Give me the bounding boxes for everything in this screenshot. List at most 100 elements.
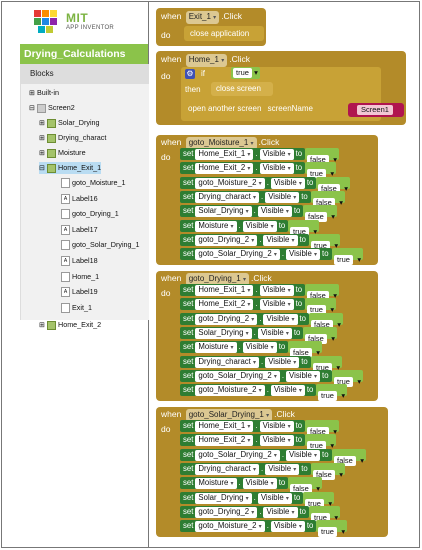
property-dropdown[interactable]: Visible ▾ xyxy=(265,463,300,475)
set-visible-block[interactable]: set goto_Solar_Drying_2 ▾. Visible ▾ to xyxy=(180,248,332,261)
tree-item-child[interactable]: Home_1 xyxy=(61,271,99,283)
collapse-icon[interactable]: ⊟ xyxy=(39,162,45,174)
tree-item-component[interactable]: ⊞ Drying_charact xyxy=(39,132,106,144)
property-dropdown[interactable]: Visible ▾ xyxy=(242,342,277,354)
component-dropdown[interactable]: goto_Solar_Drying_2 ▾ xyxy=(195,449,280,461)
expand-icon[interactable]: ⊞ xyxy=(39,117,45,129)
boolean-block[interactable]: true ▾ xyxy=(332,248,364,266)
component-dropdown[interactable]: Solar_Drying ▾ xyxy=(195,327,252,339)
expand-icon[interactable]: ⊞ xyxy=(39,319,45,331)
component-dropdown[interactable]: Solar_Drying ▾ xyxy=(195,492,252,504)
expand-icon[interactable]: ⊞ xyxy=(39,147,45,159)
set-visible-block[interactable]: set Moisture ▾. Visible ▾ to xyxy=(180,341,289,354)
component-dropdown[interactable]: Solar_Drying ▾ xyxy=(195,206,252,218)
expand-icon[interactable]: ⊞ xyxy=(39,132,45,144)
true-boolean-block[interactable]: true ▾ xyxy=(231,67,260,79)
string-block[interactable]: Screen1 xyxy=(348,103,404,117)
gear-icon[interactable]: ⚙ xyxy=(185,69,195,79)
tree-item-child[interactable]: goto_Drying_1 xyxy=(61,208,119,220)
boolean-block[interactable]: false ▾ xyxy=(309,312,344,330)
set-visible-block[interactable]: set Home_Exit_2 ▾. Visible ▾ to xyxy=(180,434,306,447)
component-dropdown[interactable]: Drying_charact ▾ xyxy=(195,356,260,368)
blocks-workspace[interactable]: when Exit_1 ▾ .Click do close application… xyxy=(150,2,418,547)
boolean-block[interactable]: false ▾ xyxy=(305,420,340,437)
tree-item-component[interactable]: ⊞ Moisture xyxy=(39,147,86,159)
set-visible-block[interactable]: set Home_Exit_1 ▾. Visible ▾ to xyxy=(180,148,306,160)
set-visible-block[interactable]: set goto_Drying_2 ▾. Visible ▾ to xyxy=(180,505,310,518)
component-dropdown[interactable]: Home_Exit_1 ▾ xyxy=(195,285,254,296)
property-dropdown[interactable]: Visible ▾ xyxy=(257,492,292,504)
property-dropdown[interactable]: Visible ▾ xyxy=(259,163,294,175)
property-dropdown[interactable]: Visible ▾ xyxy=(286,449,321,461)
component-dropdown[interactable]: Drying_charact ▾ xyxy=(195,463,260,475)
tree-item-child[interactable]: A Label16 xyxy=(61,193,98,205)
component-dropdown[interactable]: Moisture ▾ xyxy=(195,342,237,354)
component-dropdown[interactable]: goto_Moisture_2 ▾ xyxy=(195,177,265,189)
tree-item-child[interactable]: A Label18 xyxy=(61,255,98,267)
property-dropdown[interactable]: Visible ▾ xyxy=(242,478,277,490)
set-visible-block[interactable]: set Drying_charact ▾. Visible ▾ to xyxy=(180,462,311,475)
set-visible-block[interactable]: set Solar_Drying ▾. Visible ▾ to xyxy=(180,326,304,339)
goto-drying-click-event-block[interactable]: when goto_Drying_1 ▾ .Click do set Home_Ex… xyxy=(156,271,378,402)
property-dropdown[interactable]: Visible ▾ xyxy=(263,506,298,518)
component-dropdown[interactable]: Home_Exit_2 ▾ xyxy=(195,163,254,175)
tree-item-component[interactable]: ⊞ Solar_Drying xyxy=(39,117,100,129)
boolean-block[interactable]: true ▾ xyxy=(316,384,348,402)
component-dropdown[interactable]: goto_Moisture_2 ▾ xyxy=(195,385,265,397)
set-visible-block[interactable]: set goto_Solar_Drying_2 ▾. Visible ▾ to xyxy=(180,448,332,461)
exit-click-event-block[interactable]: when Exit_1 ▾ .Click do close application xyxy=(156,8,266,46)
property-dropdown[interactable]: Visible ▾ xyxy=(259,435,294,447)
property-dropdown[interactable]: Visible ▾ xyxy=(242,220,277,232)
component-dropdown[interactable]: goto_Solar_Drying_2 ▾ xyxy=(195,370,280,382)
tree-item-child[interactable]: Exit_1 xyxy=(61,302,92,314)
boolean-block[interactable]: false ▾ xyxy=(288,477,323,495)
component-dropdown[interactable]: Home_Exit_2 ▾ xyxy=(195,435,254,447)
property-dropdown[interactable]: Visible ▾ xyxy=(265,356,300,368)
boolean-block[interactable]: false ▾ xyxy=(305,148,340,165)
boolean-block[interactable]: true ▾ xyxy=(303,491,335,509)
property-dropdown[interactable]: Visible ▾ xyxy=(259,285,294,296)
boolean-block[interactable]: true ▾ xyxy=(309,505,341,523)
component-dropdown[interactable]: Moisture ▾ xyxy=(195,478,237,490)
boolean-block[interactable]: true ▾ xyxy=(288,219,320,237)
boolean-block[interactable]: true ▾ xyxy=(305,162,337,180)
set-visible-block[interactable]: set goto_Moisture_2 ▾. Visible ▾ to xyxy=(180,520,317,533)
open-another-screen-block[interactable]: open another screen screenName xyxy=(185,101,371,117)
property-dropdown[interactable]: Visible ▾ xyxy=(259,299,294,311)
property-dropdown[interactable]: Visible ▾ xyxy=(270,385,305,397)
boolean-block[interactable]: false ▾ xyxy=(316,176,351,194)
boolean-block[interactable]: false ▾ xyxy=(288,341,323,359)
property-dropdown[interactable]: Visible ▾ xyxy=(263,313,298,325)
property-dropdown[interactable]: Visible ▾ xyxy=(263,234,298,246)
boolean-block[interactable]: false ▾ xyxy=(311,190,346,208)
boolean-block[interactable]: true ▾ xyxy=(332,369,364,387)
tree-item-component[interactable]: ⊟ Home_Exit_1 xyxy=(39,162,102,174)
boolean-block[interactable]: false ▾ xyxy=(332,448,367,466)
set-visible-block[interactable]: set Home_Exit_1 ▾. Visible ▾ to xyxy=(180,420,306,432)
component-dropdown[interactable]: Moisture ▾ xyxy=(195,220,237,232)
set-visible-block[interactable]: set Home_Exit_2 ▾. Visible ▾ to xyxy=(180,298,306,311)
set-visible-block[interactable]: set Moisture ▾. Visible ▾ to xyxy=(180,477,289,490)
component-dropdown[interactable]: Home_Exit_1 ▾ xyxy=(195,149,254,160)
boolean-block[interactable]: false ▾ xyxy=(311,462,346,480)
boolean-block[interactable]: false ▾ xyxy=(305,284,340,301)
property-dropdown[interactable]: Visible ▾ xyxy=(265,191,300,203)
goto-moisture-click-event-block[interactable]: when goto_Moisture_1 ▾ .Click do set Home_… xyxy=(156,135,378,266)
component-dropdown[interactable]: goto_Drying_2 ▾ xyxy=(195,506,258,518)
collapse-icon[interactable]: ⊟ xyxy=(29,102,35,114)
property-dropdown[interactable]: Visible ▾ xyxy=(270,177,305,189)
boolean-block[interactable]: false ▾ xyxy=(303,205,338,223)
component-dropdown[interactable]: goto_Moisture_2 ▾ xyxy=(195,521,265,533)
component-dropdown[interactable]: goto_Drying_2 ▾ xyxy=(195,313,258,325)
set-visible-block[interactable]: set goto_Drying_2 ▾. Visible ▾ to xyxy=(180,233,310,246)
property-dropdown[interactable]: Visible ▾ xyxy=(257,206,292,218)
set-visible-block[interactable]: set Home_Exit_1 ▾. Visible ▾ to xyxy=(180,284,306,296)
tree-item-child[interactable]: goto_Solar_Drying_1 xyxy=(61,239,140,251)
property-dropdown[interactable]: Visible ▾ xyxy=(257,327,292,339)
set-visible-block[interactable]: set Drying_charact ▾. Visible ▾ to xyxy=(180,355,311,368)
set-visible-block[interactable]: set Home_Exit_2 ▾. Visible ▾ to xyxy=(180,162,306,175)
home-click-event-block[interactable]: when Home_1 ▾ .Click do ⚙ if true ▾ then … xyxy=(156,51,406,125)
component-dropdown[interactable]: goto_Solar_Drying_2 ▾ xyxy=(195,249,280,261)
property-dropdown[interactable]: Visible ▾ xyxy=(270,521,305,533)
set-visible-block[interactable]: set Solar_Drying ▾. Visible ▾ to xyxy=(180,205,304,218)
